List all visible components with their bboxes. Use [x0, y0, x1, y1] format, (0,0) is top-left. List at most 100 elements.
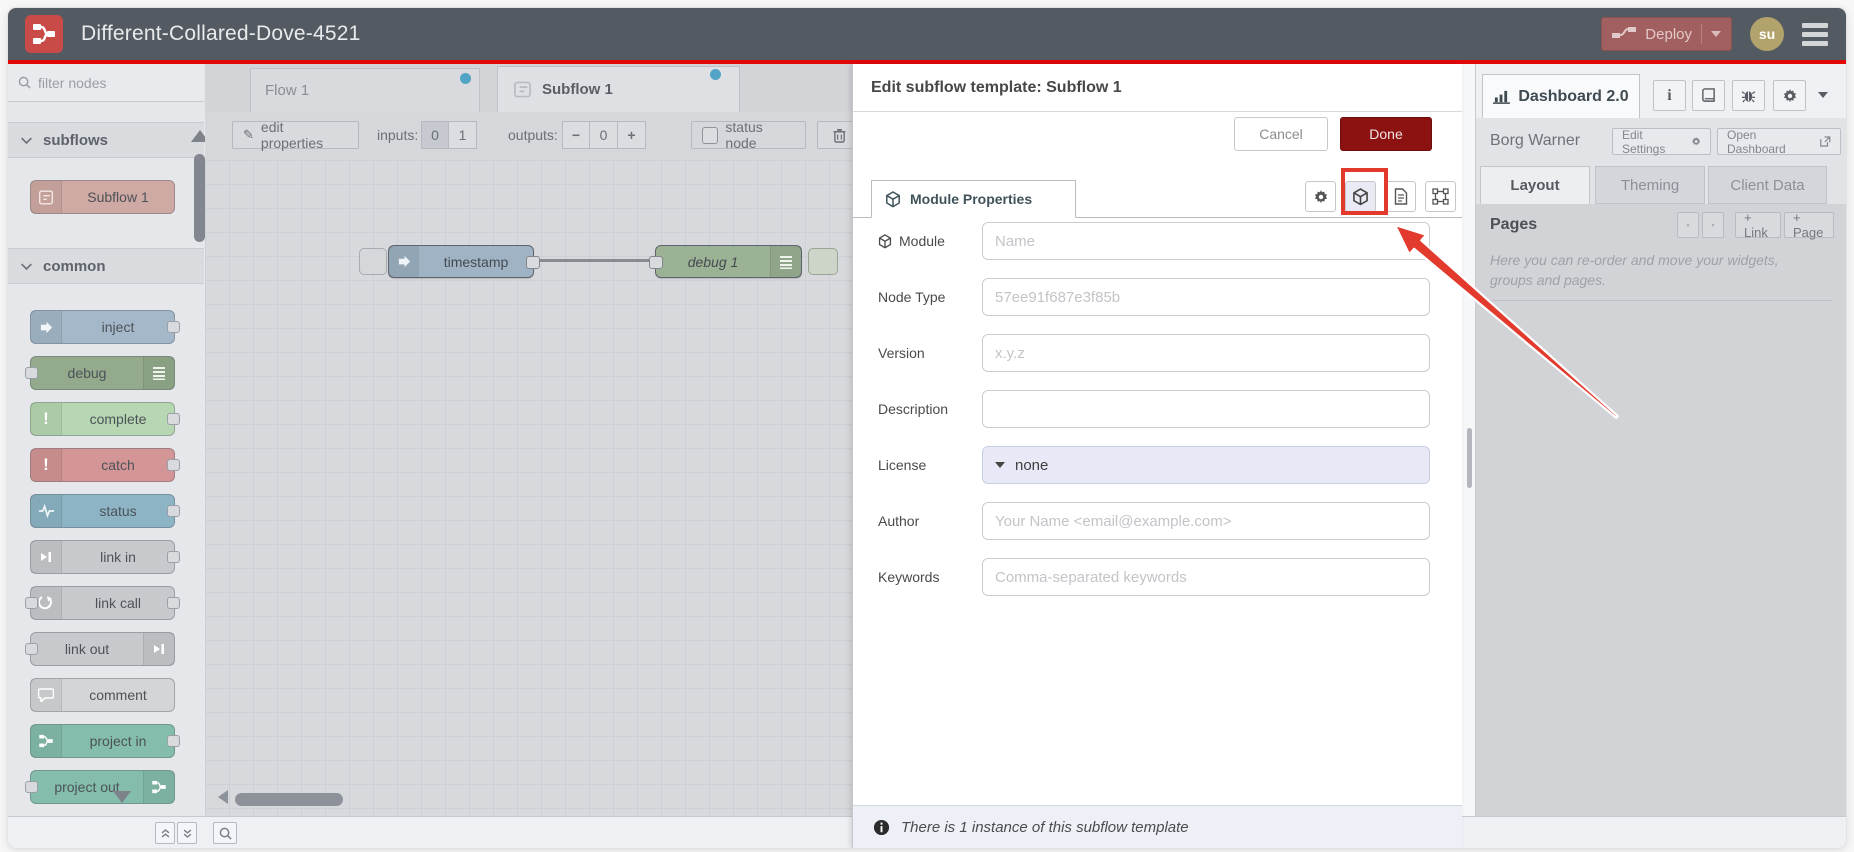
sidebar-footer	[1462, 816, 1846, 848]
node-label: comment	[89, 687, 147, 703]
node-label: Subflow 1	[87, 189, 149, 205]
tab-flow-1[interactable]: Flow 1	[250, 68, 480, 112]
main-menu-icon[interactable]	[1802, 22, 1828, 46]
tab-theming[interactable]: Theming	[1595, 166, 1705, 204]
module-input[interactable]	[982, 222, 1430, 260]
select-caret-icon	[995, 462, 1005, 468]
output-port[interactable]	[526, 256, 540, 269]
canvas-node-debug-1[interactable]: debug 1	[649, 245, 802, 278]
tab-module-properties[interactable]: Module Properties	[871, 180, 1076, 218]
palette-node-link-call[interactable]: link call	[25, 586, 180, 620]
appearance-button[interactable]	[1425, 181, 1456, 212]
link-in-icon	[31, 541, 62, 573]
palette-node-link-in[interactable]: link in	[30, 540, 180, 574]
debug-toggle-button[interactable]	[808, 248, 838, 275]
output-port	[167, 413, 180, 425]
double-chevron-down-icon	[1711, 223, 1715, 227]
canvas-hscrollbar-thumb[interactable]	[235, 793, 343, 806]
sidebar-tabs-dropdown-icon[interactable]	[1818, 92, 1828, 98]
description-input[interactable]	[982, 390, 1430, 428]
tab-label: Flow 1	[265, 82, 310, 99]
inputs-option-0[interactable]: 0	[421, 121, 449, 149]
tab-label: Dashboard 2.0	[1518, 87, 1629, 105]
outputs-increment-button[interactable]: +	[618, 121, 646, 149]
deploy-caret-icon[interactable]	[1711, 31, 1721, 37]
outputs-label: outputs:	[508, 127, 558, 143]
tab-client-data[interactable]: Client Data	[1708, 166, 1827, 204]
input-port	[25, 781, 38, 793]
palette-scroll-down[interactable]	[113, 791, 131, 803]
add-page-button[interactable]: + Page	[1784, 210, 1834, 240]
open-dashboard-button[interactable]: Open Dashboard	[1717, 128, 1841, 156]
pulse-icon	[31, 495, 62, 527]
version-input[interactable]	[982, 334, 1430, 372]
license-select[interactable]: none	[982, 446, 1430, 484]
outputs-value[interactable]: 0	[590, 121, 618, 149]
canvas-scroll-left[interactable]	[218, 790, 228, 804]
keywords-input[interactable]	[982, 558, 1430, 596]
tab-dashboard-2[interactable]: Dashboard 2.0	[1482, 74, 1640, 118]
input-port	[25, 367, 38, 379]
tab-layout[interactable]: Layout	[1480, 166, 1590, 204]
palette-node-link-out[interactable]: link out	[25, 632, 175, 666]
canvas-node-timestamp[interactable]: timestamp	[388, 245, 540, 278]
inject-trigger-button[interactable]	[359, 248, 387, 275]
palette-category-subflows[interactable]: subflows	[8, 122, 204, 158]
user-avatar[interactable]: su	[1750, 17, 1784, 51]
palette-node-complete[interactable]: ! complete	[30, 402, 180, 436]
sidebar-resize-handle[interactable]	[1462, 64, 1476, 816]
sidebar-scrollbar-thumb[interactable]	[1467, 428, 1472, 488]
gear-icon	[1314, 189, 1327, 203]
done-button[interactable]: Done	[1340, 117, 1432, 151]
cancel-button[interactable]: Cancel	[1234, 117, 1328, 151]
edit-properties-button[interactable]: ✎ edit properties	[232, 119, 359, 151]
canvas-search-button[interactable]	[213, 822, 237, 844]
form-row-module: Module	[878, 222, 1430, 260]
output-port	[167, 735, 180, 747]
config-tab-button[interactable]	[1773, 80, 1806, 111]
outputs-decrement-button[interactable]: −	[562, 121, 590, 149]
output-port	[167, 551, 180, 563]
node-label: catch	[101, 457, 135, 473]
palette-filter[interactable]: filter nodes	[8, 64, 204, 102]
edit-settings-button[interactable]: Edit Settings	[1612, 128, 1711, 156]
node-palette: filter nodes subflows Subflow 1 common i…	[8, 64, 209, 816]
status-node-toggle[interactable]: status node	[691, 119, 806, 151]
palette-node-inject[interactable]: inject	[30, 310, 180, 344]
palette-node-subflow-1[interactable]: Subflow 1	[30, 180, 175, 214]
palette-node-project-out[interactable]: project out	[25, 770, 175, 804]
help-tab-button[interactable]	[1692, 80, 1725, 111]
palette-node-catch[interactable]: ! catch	[30, 448, 180, 482]
debug-tab-button[interactable]	[1732, 80, 1765, 111]
palette-node-project-in[interactable]: project in	[30, 724, 180, 758]
input-port[interactable]	[649, 256, 663, 269]
delete-subflow-button[interactable]	[817, 121, 852, 149]
flow-canvas[interactable]: timestamp debug 1	[205, 160, 852, 816]
status-node-label: status node	[725, 119, 763, 151]
status-node-checkbox[interactable]	[702, 126, 719, 144]
palette-collapse-all-button[interactable]	[155, 822, 175, 844]
deploy-button[interactable]: Deploy	[1601, 17, 1732, 51]
node-type-input[interactable]	[982, 278, 1430, 316]
palette-expand-all-button[interactable]	[177, 822, 197, 844]
add-link-button[interactable]: + Link	[1735, 210, 1781, 240]
palette-scrollbar-thumb[interactable]	[194, 154, 205, 242]
author-input[interactable]	[982, 502, 1430, 540]
inputs-option-1[interactable]: 1	[449, 121, 477, 149]
subflow-icon	[31, 181, 62, 213]
palette-category-common[interactable]: common	[8, 248, 204, 284]
wire	[535, 259, 655, 262]
description-button[interactable]	[1385, 181, 1416, 212]
tray-footer: There is 1 instance of this subflow temp…	[853, 805, 1462, 848]
node-label: complete	[89, 411, 147, 427]
info-tab-button[interactable]: i	[1653, 80, 1686, 111]
pages-collapse-button[interactable]	[1677, 212, 1699, 238]
deploy-icon	[1612, 26, 1637, 38]
palette-node-debug[interactable]: debug	[25, 356, 175, 390]
palette-node-comment[interactable]: comment	[30, 678, 175, 712]
tab-subflow-1[interactable]: Subflow 1	[497, 66, 740, 112]
palette-node-status[interactable]: status	[30, 494, 180, 528]
properties-gear-button[interactable]	[1305, 181, 1336, 212]
pages-expand-button[interactable]	[1702, 212, 1724, 238]
node-red-logo	[25, 15, 63, 53]
